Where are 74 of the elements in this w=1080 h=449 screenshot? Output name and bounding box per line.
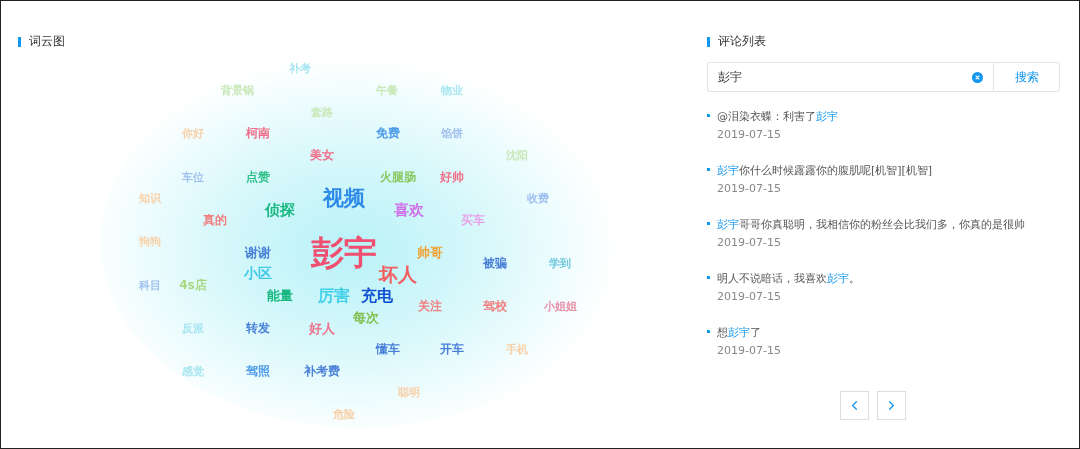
- cloud-word: 谢谢: [245, 245, 271, 261]
- comment-text: 明人不说暗话，我喜欢彭宇。: [717, 271, 860, 286]
- cloud-word: 馅饼: [441, 127, 463, 141]
- cloud-word: 免费: [376, 127, 400, 141]
- bullet-icon: [707, 330, 710, 333]
- previous-page-button[interactable]: [840, 391, 869, 420]
- cloud-word: 物业: [441, 84, 463, 98]
- comment-date: 2019-07-15: [717, 290, 782, 303]
- panel-title: 词云图: [29, 33, 65, 50]
- comment-date: 2019-07-15: [717, 128, 782, 141]
- clear-icon[interactable]: [972, 71, 983, 83]
- cloud-word: 车位: [182, 171, 204, 185]
- cloud-word: 好人: [309, 321, 335, 337]
- cloud-word: 充电: [361, 287, 393, 305]
- cloud-word: 午餐: [376, 84, 398, 98]
- cloud-word: 美女: [310, 149, 334, 163]
- cloud-word: 开车: [440, 343, 464, 357]
- cloud-word: 转发: [246, 322, 270, 336]
- cloud-word: 柯南: [246, 127, 270, 141]
- heading-marker: [707, 36, 710, 47]
- cloud-word: 好帅: [440, 171, 464, 185]
- cloud-word: 科目: [139, 279, 161, 293]
- cloud-word: 知识: [139, 192, 161, 206]
- cloud-word: 补考: [289, 62, 311, 76]
- cloud-word: 小姐姐: [543, 300, 577, 314]
- panel-title: 评论列表: [718, 33, 766, 50]
- comment-date: 2019-07-15: [717, 344, 781, 357]
- cloud-word: 侦探: [265, 201, 295, 219]
- cloud-word: 背景锅: [220, 84, 254, 98]
- cloud-word: 点赞: [246, 171, 270, 185]
- cloud-word: 火腿肠: [380, 171, 416, 185]
- bullet-icon: [707, 276, 710, 279]
- next-page-button[interactable]: [877, 391, 906, 420]
- cloud-word: 懂车: [376, 343, 400, 357]
- cloud-word: 被骗: [483, 257, 507, 271]
- cloud-word: 学到: [549, 257, 571, 271]
- cloud-word: 驾照: [246, 365, 270, 379]
- cloud-word: 危险: [333, 408, 355, 422]
- cloud-word: 厉害: [318, 287, 350, 305]
- cloud-word: 狗狗: [139, 235, 161, 249]
- cloud-word: 驾校: [483, 300, 507, 314]
- cloud-word: 每次: [353, 310, 379, 326]
- cloud-word: 沈阳: [506, 149, 528, 163]
- cloud-word: 手机: [506, 343, 528, 357]
- cloud-word: 你好: [182, 127, 204, 141]
- search-field[interactable]: 彭宇: [707, 62, 993, 92]
- bullet-icon: [707, 114, 710, 117]
- cloud-word: 感觉: [182, 365, 204, 379]
- cloud-word: 坏人: [379, 263, 417, 285]
- cloud-word: 4s店: [179, 279, 207, 293]
- cloud-word: 真的: [203, 214, 227, 228]
- comment-text: @泪染衣蝶：利害了彭宇: [717, 109, 838, 124]
- cloud-word: 关注: [418, 300, 442, 314]
- bullet-icon: [707, 168, 710, 171]
- cloud-word: 收费: [527, 192, 549, 206]
- cloud-word: 聪明: [398, 386, 420, 400]
- cloud-word: 套路: [311, 106, 333, 120]
- bullet-icon: [707, 222, 710, 225]
- cloud-word: 买车: [461, 214, 485, 228]
- cloud-word: 彭宇: [311, 234, 377, 272]
- cloud-word: 补考费: [304, 365, 340, 379]
- cloud-word: 喜欢: [394, 201, 424, 219]
- comment-text: 想彭宇了: [717, 325, 762, 340]
- comment-text: 彭宇哥哥你真聪明，我相信你的粉丝会比我们多，你真的是很帅: [717, 217, 1025, 232]
- cloud-word: 反派: [182, 322, 204, 336]
- cloud-word: 视频: [323, 187, 365, 211]
- comment-date: 2019-07-15: [717, 236, 782, 249]
- comment-date: 2019-07-15: [717, 182, 782, 195]
- search-input[interactable]: 彭宇: [718, 70, 966, 84]
- comment-text: 彭宇你什么时候露露你的腹肌呢[机智][机智]: [717, 163, 933, 178]
- cloud-word: 小区: [244, 266, 272, 282]
- heading-marker: [18, 36, 21, 47]
- cloud-word: 能量: [267, 288, 293, 304]
- cloud-word: 帅哥: [417, 245, 443, 261]
